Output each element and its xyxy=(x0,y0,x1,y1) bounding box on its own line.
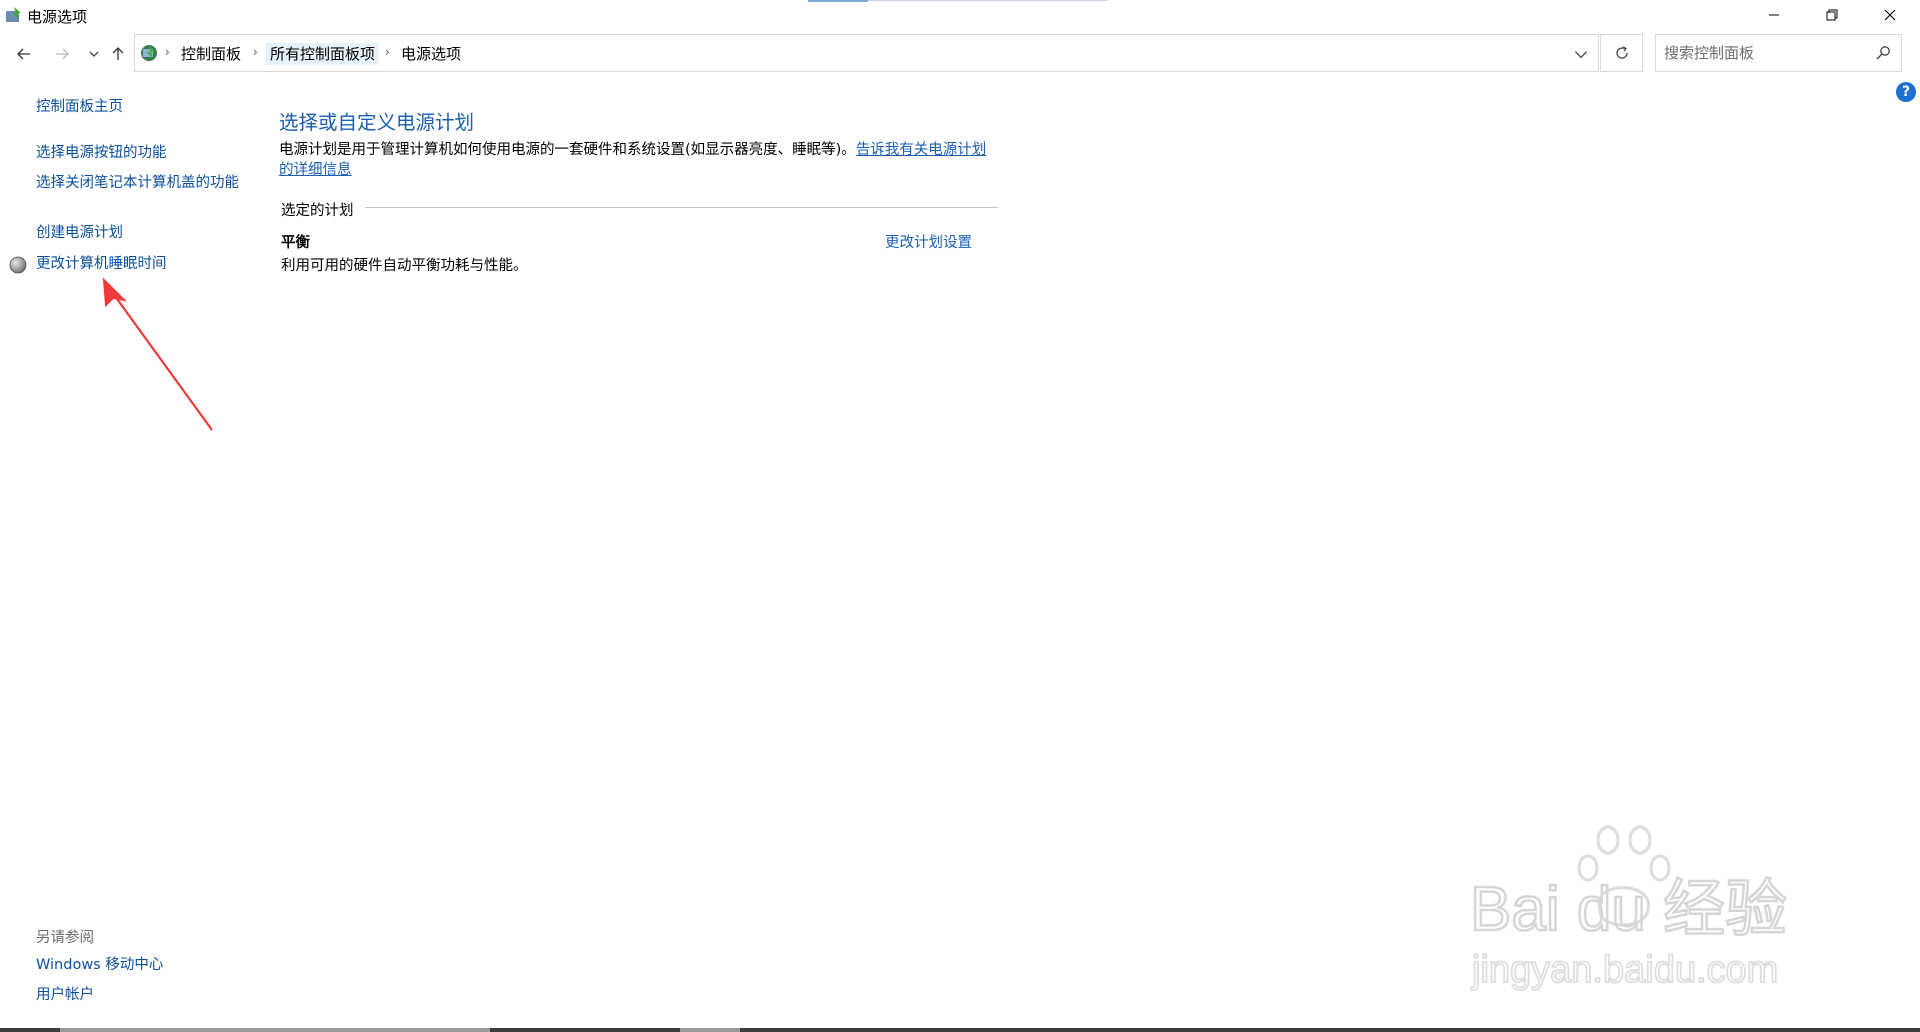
breadcrumb-separator-icon[interactable]: › xyxy=(385,45,390,59)
back-arrow-icon xyxy=(17,48,30,60)
baidu-jingyan-watermark: Bai du 经验 jingyan.baidu.com xyxy=(1470,825,1788,992)
sidebar-item-lid-close[interactable]: 选择关闭笔记本计算机盖的功能 xyxy=(36,174,241,193)
selected-plans-label: 选定的计划 xyxy=(281,203,354,219)
forward-button[interactable] xyxy=(50,42,74,66)
breadcrumb-power-options[interactable]: 电源选项 xyxy=(401,43,461,65)
breadcrumb-separator-icon[interactable]: › xyxy=(253,45,258,59)
window-title: 电源选项 xyxy=(27,8,88,26)
control-panel-icon xyxy=(141,45,157,61)
refresh-icon xyxy=(1615,46,1628,59)
bottom-strip-segment xyxy=(60,1028,490,1032)
minimize-icon xyxy=(1769,14,1779,16)
refresh-button[interactable] xyxy=(1600,34,1643,72)
search-placeholder: 搜索控制面板 xyxy=(1664,44,1755,62)
recent-locations-button[interactable] xyxy=(82,42,106,66)
search-icon[interactable] xyxy=(1875,45,1891,61)
chevron-down-icon xyxy=(89,51,99,57)
power-options-icon xyxy=(6,7,21,22)
sidebar-item-sleep-time[interactable]: 更改计算机睡眠时间 xyxy=(36,255,236,274)
title-bar: 电源选项 xyxy=(0,0,1920,30)
restore-button[interactable] xyxy=(1803,0,1861,30)
help-icon[interactable]: ? xyxy=(1896,82,1916,102)
restore-icon xyxy=(1826,9,1838,21)
up-arrow-icon xyxy=(112,47,124,60)
see-also-label: 另请参阅 xyxy=(36,930,94,946)
sidebar-control-panel-home[interactable]: 控制面板主页 xyxy=(36,98,236,117)
forward-arrow-icon xyxy=(56,48,69,60)
plan-description: 利用可用的硬件自动平衡功耗与性能。 xyxy=(281,258,528,274)
close-icon xyxy=(1884,9,1896,21)
page-description: 电源计划是用于管理计算机如何使用电源的一套硬件和系统设置(如显示器亮度、睡眠等)… xyxy=(279,140,999,180)
title-accent-line xyxy=(868,0,1108,1)
back-button[interactable] xyxy=(12,42,36,66)
search-input[interactable]: 搜索控制面板 xyxy=(1655,34,1902,72)
sleep-moon-icon xyxy=(9,256,27,274)
page-title: 选择或自定义电源计划 xyxy=(279,111,475,134)
bottom-strip xyxy=(0,1028,1920,1032)
sidebar-item-power-buttons[interactable]: 选择电源按钮的功能 xyxy=(36,144,236,163)
breadcrumb-all-items[interactable]: 所有控制面板项 xyxy=(266,43,380,65)
sidebar-item-mobility-center[interactable]: Windows 移动中心 xyxy=(36,956,236,975)
sidebar-item-create-plan[interactable]: 创建电源计划 xyxy=(36,224,236,243)
address-bar[interactable]: › 控制面板 › 所有控制面板项 › 电源选项 xyxy=(134,34,1599,72)
sidebar-item-user-accounts[interactable]: 用户帐户 xyxy=(36,986,236,1005)
group-divider xyxy=(365,207,998,208)
breadcrumb-separator-icon[interactable]: › xyxy=(165,45,170,59)
breadcrumb-control-panel[interactable]: 控制面板 xyxy=(181,43,241,65)
minimize-button[interactable] xyxy=(1745,0,1803,30)
description-text: 电源计划是用于管理计算机如何使用电源的一套硬件和系统设置(如显示器亮度、睡眠等)… xyxy=(279,142,856,158)
up-button[interactable] xyxy=(106,42,130,66)
bottom-strip-segment xyxy=(680,1028,740,1032)
close-button[interactable] xyxy=(1861,0,1919,30)
watermark-url: jingyan.baidu.com xyxy=(1471,949,1778,991)
watermark-brand: Bai du 经验 xyxy=(1470,875,1787,944)
address-dropdown-icon[interactable] xyxy=(1572,45,1590,63)
plan-name: 平衡 xyxy=(281,235,310,251)
change-plan-settings-link[interactable]: 更改计划设置 xyxy=(885,231,972,252)
title-accent xyxy=(808,0,868,2)
